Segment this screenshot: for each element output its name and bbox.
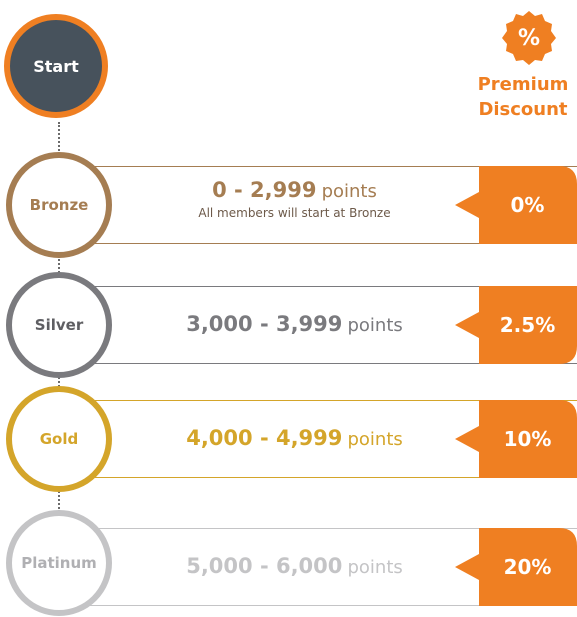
points-word-gold: points <box>347 429 403 450</box>
discount-value-bronze: 0% <box>510 193 545 217</box>
points-range-bronze: 0 - 2,999 points All members will start … <box>112 176 477 220</box>
points-word-bronze: points <box>321 181 377 202</box>
points-word-silver: points <box>347 315 403 336</box>
points-range-platinum: 5,000 - 6,000 points <box>112 552 477 582</box>
range-value-silver: 3,000 - 3,999 <box>186 312 343 336</box>
discount-value-silver: 2.5% <box>499 313 556 337</box>
range-value-platinum: 5,000 - 6,000 <box>186 554 343 578</box>
tier-name-silver: Silver <box>34 316 84 334</box>
points-word-platinum: points <box>347 557 403 578</box>
range-value-bronze: 0 - 2,999 <box>212 178 317 202</box>
premium-label-line2: Discount <box>478 99 568 120</box>
points-range-gold: 4,000 - 4,999 points <box>112 424 477 454</box>
start-node: Start <box>4 14 108 118</box>
discount-value-platinum: 20% <box>503 555 552 579</box>
discount-value-gold: 10% <box>503 427 552 451</box>
premium-label-line1: Premium <box>477 74 569 95</box>
tier-badge-platinum: Platinum <box>6 510 112 616</box>
range-value-gold: 4,000 - 4,999 <box>186 426 343 450</box>
bronze-note: All members will start at Bronze <box>198 206 391 220</box>
tier-name-bronze: Bronze <box>29 196 89 214</box>
tier-name-platinum: Platinum <box>21 554 97 572</box>
points-range-silver: 3,000 - 3,999 points <box>112 310 477 340</box>
tier-badge-bronze: Bronze <box>6 152 112 258</box>
tier-badge-gold: Gold <box>6 386 112 492</box>
tier-badge-silver: Silver <box>6 272 112 378</box>
percent-symbol: % <box>517 25 541 51</box>
tier-name-gold: Gold <box>39 430 79 448</box>
premium-discount-header: Premium Discount <box>468 72 577 122</box>
start-label: Start <box>33 56 79 76</box>
